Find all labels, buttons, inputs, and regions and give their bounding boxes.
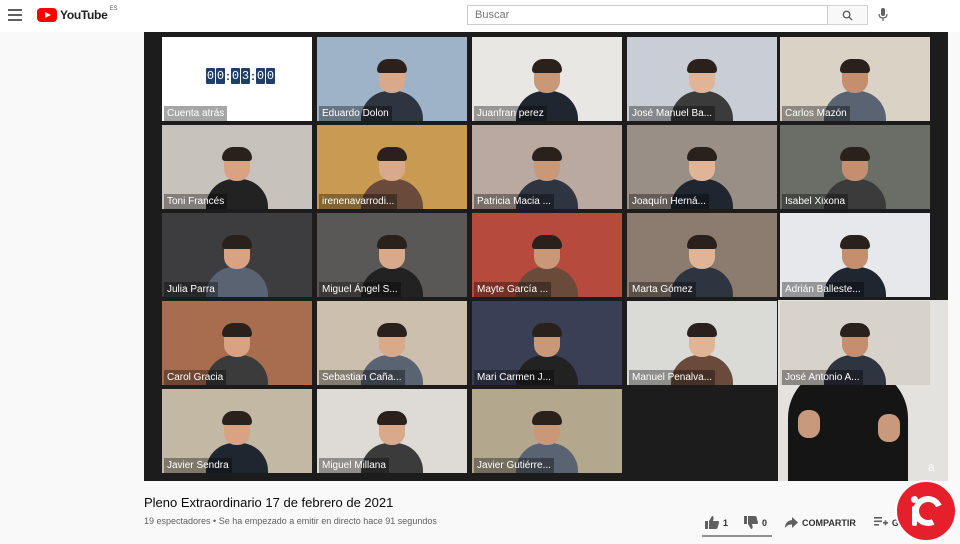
svg-text:a: a [928,460,935,473]
participant-tile[interactable]: Patricia Macia ... [472,125,622,209]
share-label: COMPARTIR [802,517,856,528]
search-icon [842,10,853,21]
participant-tile[interactable]: Manuel Penalva... [627,301,777,385]
participant-name: Juanfran perez [474,106,547,121]
participant-tile[interactable]: Eduardo Dolon [317,37,467,121]
youtube-logo[interactable]: YouTube ES [37,6,118,22]
participant-name: Javier Sendra [164,458,232,473]
countdown-label: Cuenta atrás [164,106,228,121]
participant-tile[interactable]: Miguel Millana [317,389,467,473]
countdown-tile: 0 0:0 3:0 0 Cuenta atrás [162,37,312,121]
participant-tile[interactable]: Carlos Mazón [780,37,930,121]
publisher-logo [895,480,957,542]
participant-name: Miguel Millana [319,458,389,473]
top-bar: YouTube ES [0,0,960,32]
participant-tile[interactable]: José Antonio A... [780,301,930,385]
like-button[interactable]: 1 [705,516,728,529]
participant-name: Adrián Balleste... [782,282,864,297]
participant-name: Javier Gutiérre... [474,458,554,473]
logo-text: YouTube [60,8,108,22]
video-meta: 19 espectadores • Se ha empezado a emiti… [144,516,437,526]
participant-name: Mari Carmen J... [474,370,554,385]
participant-tile[interactable]: Isabel Xixona [780,125,930,209]
participant-name: Sebastian Caña... [319,370,405,385]
countdown-digit: 0 [206,68,215,84]
participant-tile[interactable]: Mari Carmen J... [472,301,622,385]
participant-tile[interactable]: Mayte García ... [472,213,622,297]
participant-name: irenenavarrodi... [319,194,398,209]
participant-tile[interactable]: Javier Sendra [162,389,312,473]
participant-tile[interactable]: Julia Parra [162,213,312,297]
participant-name: Joaquín Herná... [629,194,709,209]
participant-name: José Manuel Ba... [629,106,716,121]
countdown-digit: 0 [216,68,225,84]
participant-tile[interactable]: Toni Francés [162,125,312,209]
share-button[interactable]: COMPARTIR [785,516,856,529]
like-ratio-bar [702,535,772,537]
logo-bar [912,506,917,526]
thumbs-down-icon [744,516,759,529]
participant-name: Julia Parra [164,282,218,297]
participant-tile[interactable]: Javier Gutiérre... [472,389,622,473]
countdown-digit: : [251,69,255,83]
participant-name: Manuel Penalva... [629,370,716,385]
participant-name: Marta Gómez [629,282,696,297]
participant-tile[interactable]: Juanfran perez [472,37,622,121]
participant-tile[interactable]: Adrián Balleste... [780,213,930,297]
participant-name: Toni Francés [164,194,228,209]
countdown-timer: 00:03:00 [206,68,275,84]
playlist-add-icon [873,517,888,526]
region-code: ES [109,6,118,12]
dislike-button[interactable]: 0 [744,516,767,529]
action-bar: 1 0 COMPARTIR GUA [705,516,912,529]
search-button[interactable] [828,5,868,25]
countdown-digit: : [226,69,230,83]
participant-tile[interactable]: José Manuel Ba... [627,37,777,121]
dislike-count: 0 [762,517,768,528]
share-icon [785,516,799,528]
search-input[interactable] [467,5,828,25]
video-player[interactable]: a 0 0:0 3:0 0 Cuenta atrás Eduardo Dolon Juanf… [144,32,948,481]
youtube-play-icon [37,8,57,22]
participant-name: Mayte García ... [474,282,552,297]
countdown-digit: 0 [266,68,275,84]
channel-logo-icon: a [928,460,935,473]
participant-name: Eduardo Dolon [319,106,392,121]
video-title: Pleno Extraordinario 17 de febrero de 20… [144,495,394,510]
thumbs-up-icon [705,516,719,529]
participant-name: Carlos Mazón [782,106,850,121]
logo-dot [911,496,918,503]
countdown-digit: 0 [256,68,265,84]
participant-tile[interactable]: Carol Gracia [162,301,312,385]
participant-name: Carol Gracia [164,370,227,385]
countdown-digit: 3 [241,68,250,84]
participant-name: Patricia Macia ... [474,194,554,209]
participant-tile[interactable]: irenenavarrodi... [317,125,467,209]
participant-name: José Antonio A... [782,370,863,385]
like-count: 1 [723,517,729,528]
participant-tile[interactable]: Marta Gómez [627,213,777,297]
mic-icon[interactable] [878,8,888,22]
menu-icon[interactable] [8,9,22,21]
participant-name: Miguel Ángel S... [319,282,401,297]
participant-tile[interactable]: Miguel Ángel S... [317,213,467,297]
participant-tile[interactable]: Sebastian Caña... [317,301,467,385]
participant-tile[interactable]: Joaquín Herná... [627,125,777,209]
participant-name: Isabel Xixona [782,194,849,209]
countdown-digit: 0 [231,68,240,84]
